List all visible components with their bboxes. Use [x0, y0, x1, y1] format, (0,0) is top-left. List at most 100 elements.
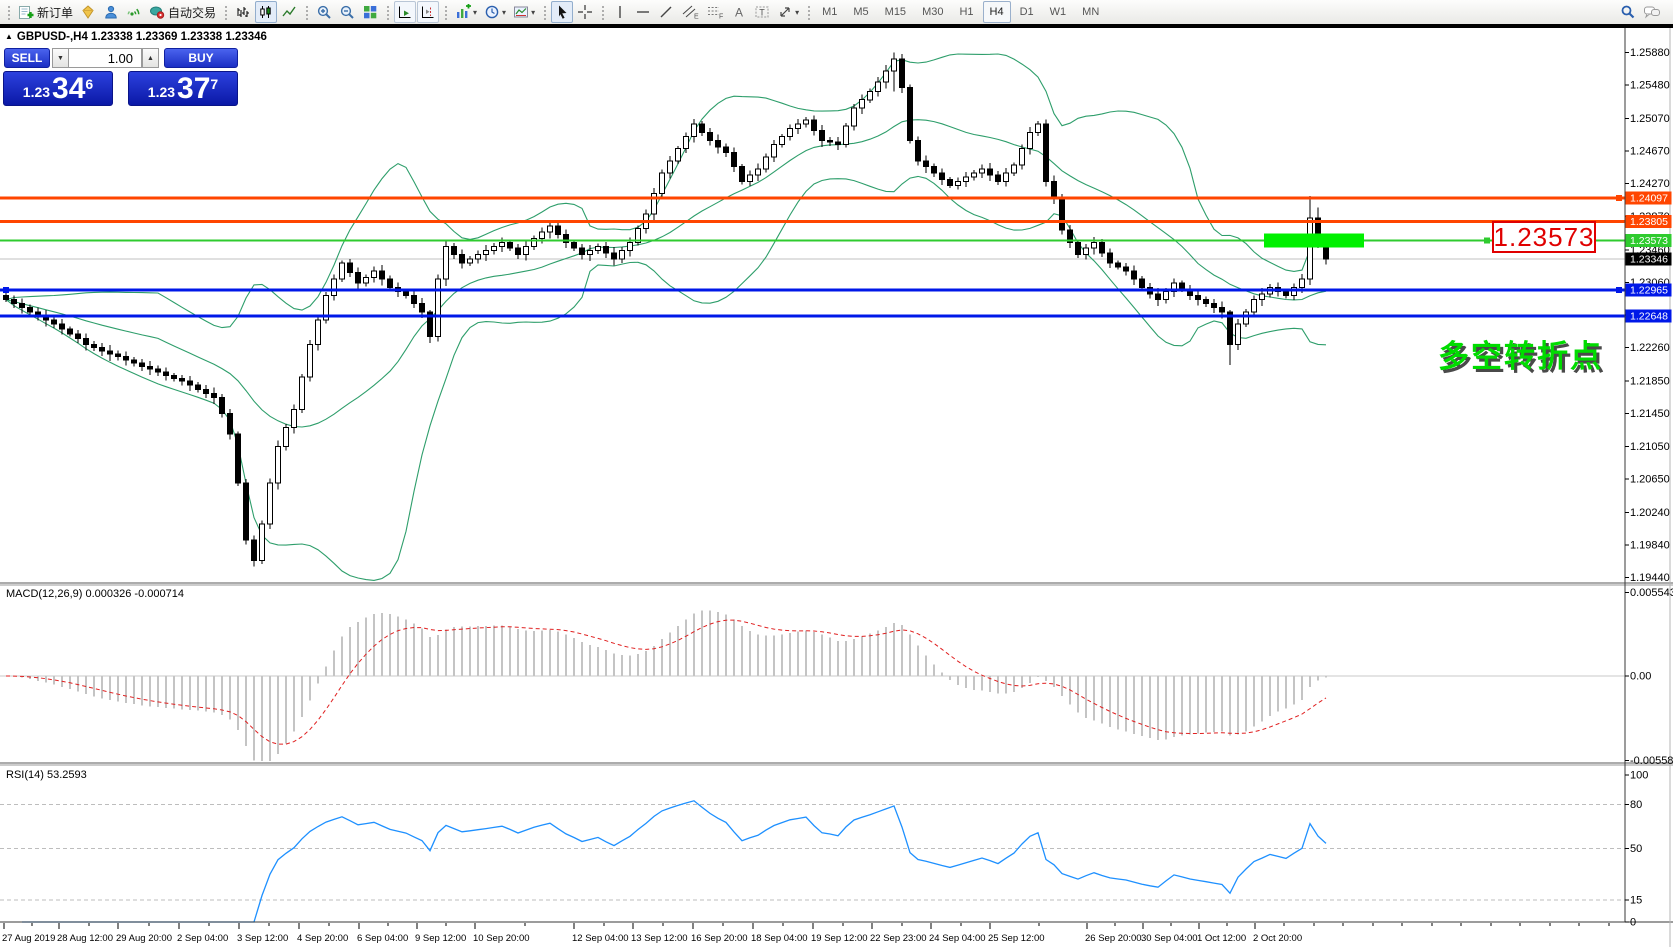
line-chart-button[interactable]	[278, 1, 300, 23]
sell-button[interactable]: SELL	[4, 48, 50, 68]
time-axis[interactable]: 27 Aug 2019 28 Aug 12:00 29 Aug 20:00 2 Sep…	[2, 923, 1610, 944]
profile-button[interactable]	[100, 1, 122, 23]
candle-body	[227, 413, 233, 435]
timeframe-m30[interactable]: M30	[915, 1, 950, 23]
candle-body	[859, 99, 865, 109]
timeframe-mn[interactable]: MN	[1075, 1, 1106, 23]
candle-body	[91, 343, 97, 349]
timeframe-m5[interactable]: M5	[846, 1, 875, 23]
volume-decrease-button[interactable]: ▼	[52, 48, 69, 68]
highlight-rectangle[interactable]	[1264, 233, 1364, 248]
sell-price-button[interactable]: 1.23 34 6	[3, 71, 113, 106]
wallet-button[interactable]	[77, 1, 99, 23]
candlestick-chart-button[interactable]	[255, 1, 278, 23]
auto-trading-button[interactable]: 自动交易	[146, 1, 219, 23]
periods-button[interactable]: ▾	[481, 1, 509, 23]
candle-body	[851, 107, 857, 127]
hline-price-label-text: 1.22648	[1630, 311, 1668, 323]
macd-tick-label: -0.005583	[1630, 755, 1673, 767]
candle-body	[507, 242, 513, 249]
toolbar-grip[interactable]	[806, 4, 812, 20]
price-callout-box[interactable]: 1.23573	[1492, 221, 1596, 253]
highlight-layer[interactable]	[1264, 233, 1364, 248]
indicators-button[interactable]: ▾	[452, 1, 480, 23]
candle-body	[1115, 262, 1121, 268]
hline-objects-layer[interactable]	[0, 194, 1625, 318]
toolbar-grip[interactable]	[385, 4, 391, 20]
toolbar-grip[interactable]	[542, 4, 548, 20]
candle-body	[979, 168, 985, 174]
volume-increase-button[interactable]: ▲	[142, 48, 159, 68]
candle-body	[1251, 299, 1257, 313]
candle-body	[659, 172, 665, 195]
time-label: 30 Sep 04:00	[1141, 933, 1198, 944]
timeframe-m15[interactable]: M15	[878, 1, 913, 23]
candle-body	[867, 91, 873, 101]
candle-body	[355, 272, 361, 284]
toolbar-grip[interactable]	[223, 4, 229, 20]
price-tick-label: 1.20650	[1630, 474, 1670, 486]
indicators-icon	[455, 4, 472, 20]
auto-scroll-button[interactable]	[394, 1, 417, 23]
clock-icon	[484, 4, 500, 20]
trendline-button[interactable]	[655, 1, 677, 23]
chart-canvas[interactable]: 1.258801.254801.250701.246701.242701.238…	[0, 0, 1673, 947]
candle-body	[739, 166, 745, 182]
chat-button[interactable]	[1640, 1, 1664, 23]
toolbar-grip[interactable]	[600, 4, 606, 20]
candle-body	[1171, 282, 1177, 292]
buy-price-button[interactable]: 1.23 37 7	[128, 71, 238, 106]
candle-body	[499, 242, 505, 248]
search-button[interactable]	[1617, 1, 1639, 23]
buy-button[interactable]: BUY	[164, 48, 238, 68]
timeframe-h4[interactable]: H4	[982, 1, 1011, 23]
channel-icon: E	[681, 4, 699, 20]
zoom-out-button[interactable]	[336, 1, 358, 23]
toolbar-grip[interactable]	[6, 4, 11, 20]
timeframe-d1[interactable]: D1	[1013, 1, 1041, 23]
timeframe-w1[interactable]: W1	[1043, 1, 1074, 23]
rsi-axis[interactable]: 100 80 50 15 0	[1625, 770, 1648, 929]
time-label: 28 Aug 12:00	[57, 933, 113, 944]
signals-button[interactable]	[123, 1, 145, 23]
price-tick-label: 1.19840	[1630, 540, 1670, 552]
candle-body	[603, 246, 609, 254]
new-order-button[interactable]: 新订单	[15, 1, 76, 23]
time-label: 25 Sep 12:00	[988, 933, 1045, 944]
cursor-button[interactable]	[551, 1, 574, 23]
candle-body	[747, 174, 753, 182]
timeframe-h1[interactable]: H1	[952, 1, 980, 23]
toolbar-grip[interactable]	[443, 4, 449, 20]
svg-text:E: E	[694, 14, 699, 21]
timeframe-m1[interactable]: M1	[815, 1, 844, 23]
price-axis[interactable]: 1.25880 1.25480 1.25070 1.24670 1.24270 1.238…	[1625, 47, 1672, 584]
collapse-arrow-icon[interactable]: ▲	[5, 32, 13, 41]
fibonacci-button[interactable]: F	[703, 1, 727, 23]
annotation-text[interactable]: 多空转折点	[1438, 331, 1603, 376]
candle-body	[883, 70, 889, 83]
crosshair-button[interactable]	[574, 1, 596, 23]
text-label-button[interactable]: T	[751, 1, 773, 23]
macd-axis[interactable]: 0.005543 0.00 -0.005583	[1625, 587, 1673, 767]
auto-trading-label: 自动交易	[168, 5, 217, 20]
macd-pane	[0, 586, 1625, 761]
chart-panes[interactable]	[0, 28, 1625, 922]
zoom-in-button[interactable]	[313, 1, 335, 23]
candle-body	[1179, 282, 1185, 290]
hline-anchor-marker	[1616, 287, 1622, 294]
shift-chart-button[interactable]	[417, 1, 440, 23]
arrows-icon	[777, 4, 793, 20]
auto-scroll-icon	[397, 4, 413, 20]
time-label: 18 Sep 04:00	[751, 933, 808, 944]
arrows-button[interactable]: ▾	[774, 1, 802, 23]
horizontal-line-button[interactable]	[632, 1, 654, 23]
text-button[interactable]: A	[728, 1, 750, 23]
tile-windows-button[interactable]	[359, 1, 381, 23]
volume-input[interactable]: 1.00	[68, 48, 142, 68]
bar-chart-button[interactable]	[232, 1, 254, 23]
vertical-line-button[interactable]	[609, 1, 631, 23]
price-tick-label: 1.23460	[1630, 244, 1670, 256]
templates-button[interactable]: ▾	[510, 1, 538, 23]
equidistant-channel-button[interactable]: E	[678, 1, 702, 23]
toolbar-grip[interactable]	[304, 4, 310, 20]
